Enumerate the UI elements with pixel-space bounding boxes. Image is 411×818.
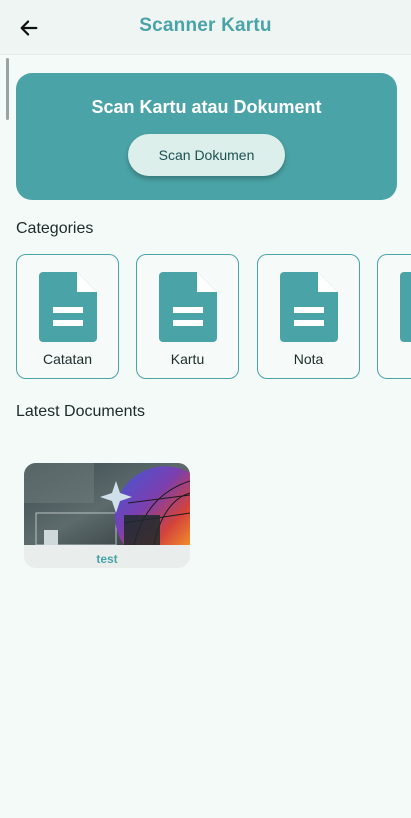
document-icon (280, 272, 338, 342)
category-card-catatan[interactable]: Catatan (16, 254, 119, 379)
app-screen: Scanner Kartu Scan Kartu atau Dokument S… (0, 0, 411, 818)
category-label: Nota (293, 351, 324, 367)
hero-title: Scan Kartu atau Dokument (91, 97, 322, 117)
scrollbar[interactable] (6, 58, 9, 120)
page-title: Scanner Kartu (139, 15, 272, 36)
document-icon (400, 272, 411, 342)
category-label: Catatan (42, 351, 93, 367)
category-card-kartu[interactable]: Kartu (136, 254, 239, 379)
category-card-nota[interactable]: Nota (257, 254, 360, 379)
document-card[interactable]: test (24, 463, 190, 568)
category-label: Kartu (170, 351, 205, 367)
document-icon (39, 272, 97, 342)
document-name: test (96, 552, 118, 566)
categories-heading: Categories (16, 220, 94, 237)
scan-document-button[interactable]: Scan Dokumen (128, 134, 285, 176)
document-icon (159, 272, 217, 342)
latest-documents-heading: Latest Documents (16, 403, 145, 420)
categories-list[interactable]: Catatan Kartu Nota (16, 254, 411, 380)
document-thumbnail-image (24, 463, 190, 545)
category-card-partial[interactable] (377, 254, 411, 379)
scan-hero-card: Scan Kartu atau Dokument Scan Dokumen (16, 73, 397, 200)
app-bar: Scanner Kartu (0, 0, 411, 55)
